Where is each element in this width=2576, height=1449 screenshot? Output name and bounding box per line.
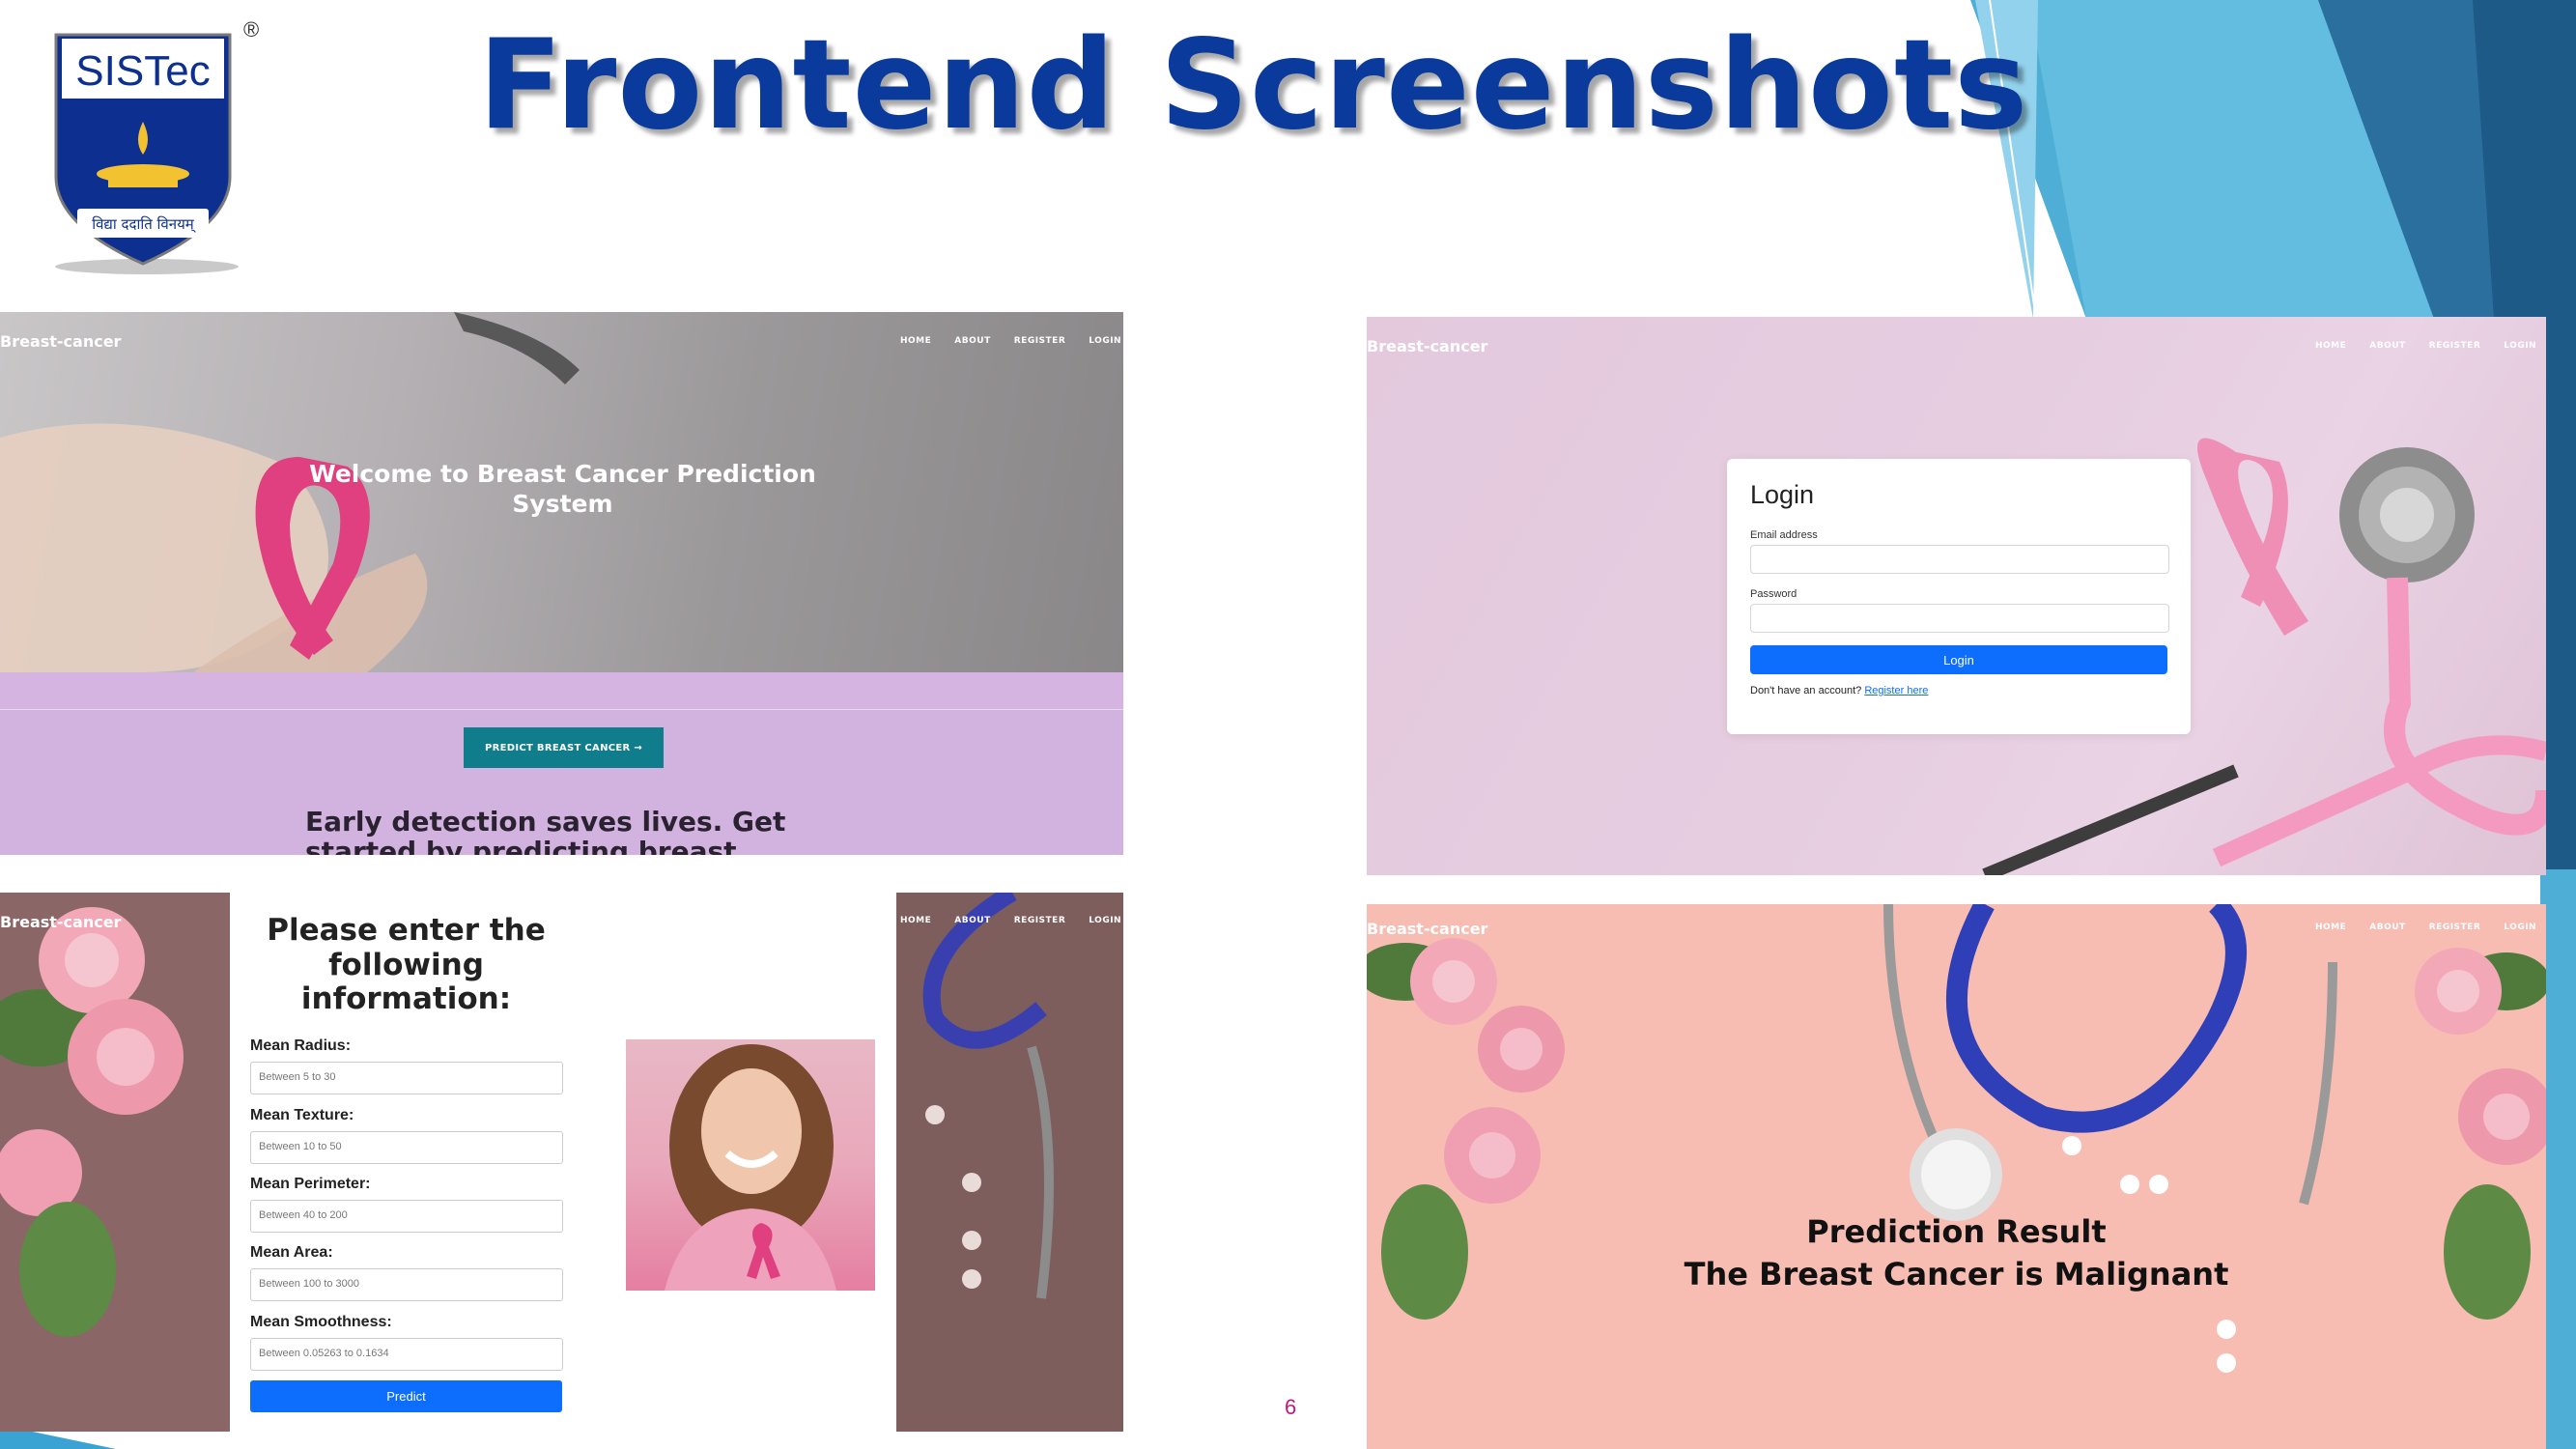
mean-texture-label: Mean Texture: xyxy=(250,1107,354,1123)
register-link[interactable]: Register here xyxy=(1864,685,1928,696)
password-label: Password xyxy=(1750,588,1798,600)
hero-title: Welcome to Breast Cancer Prediction Syst… xyxy=(309,460,816,519)
result-heading: Prediction Result xyxy=(1806,1213,2107,1250)
brand-logo[interactable]: Breast-cancer xyxy=(0,913,121,931)
prediction-form-screenshot: Breast-cancer Please enter the following… xyxy=(0,893,1123,1432)
mean-smoothness-placeholder: Between 0.05263 to 0.1634 xyxy=(259,1348,389,1359)
nav-register[interactable]: REGISTER xyxy=(2429,923,2481,932)
mean-radius-label: Mean Radius: xyxy=(250,1037,352,1054)
nav-about[interactable]: ABOUT xyxy=(2369,923,2405,932)
woman-portrait-image xyxy=(626,1039,875,1291)
roses-stethoscope-photo xyxy=(1367,904,2546,1373)
mean-texture-input[interactable]: Between 10 to 50 xyxy=(250,1131,563,1164)
stethoscope-photo-right xyxy=(922,893,1054,1299)
logo-motto: विद्या ददाति विनयम् xyxy=(92,215,196,233)
email-field[interactable] xyxy=(1750,545,2169,574)
navbar: HOME ABOUT REGISTER LOGIN xyxy=(900,916,1121,925)
brand-logo[interactable]: Breast-cancer xyxy=(1367,920,1487,938)
login-screenshot: Breast-cancer HOME ABOUT REGISTER LOGIN … xyxy=(1367,317,2546,875)
password-field[interactable] xyxy=(1750,604,2169,633)
mean-perimeter-label: Mean Perimeter: xyxy=(250,1176,371,1192)
register-prompt-text: Don't have an account? xyxy=(1750,685,1862,696)
divider-band xyxy=(0,672,1123,710)
nav-home[interactable]: HOME xyxy=(900,916,931,925)
home-screenshot: Breast-cancer HOME ABOUT REGISTER LOGIN … xyxy=(0,312,1123,855)
stethoscope-background-right: HOME ABOUT REGISTER LOGIN xyxy=(896,893,1123,1432)
mean-area-label: Mean Area: xyxy=(250,1244,333,1261)
login-button[interactable]: Login xyxy=(1750,645,2167,674)
nav-login[interactable]: LOGIN xyxy=(1089,336,1121,346)
nav-register[interactable]: REGISTER xyxy=(1014,916,1066,925)
register-prompt: Don't have an account? Register here xyxy=(1750,685,1928,696)
predict-breast-cancer-button[interactable]: PREDICT BREAST CANCER → xyxy=(464,727,664,768)
roses-background-left: Breast-cancer xyxy=(0,893,230,1432)
navbar: HOME ABOUT REGISTER LOGIN xyxy=(2315,341,2536,351)
mean-texture-placeholder: Between 10 to 50 xyxy=(259,1141,342,1152)
page-number: 6 xyxy=(1285,1395,1297,1419)
email-label: Email address xyxy=(1750,529,1818,541)
tagline: Early detection saves lives. Get started… xyxy=(305,806,786,855)
mean-area-input[interactable]: Between 100 to 3000 xyxy=(250,1268,563,1301)
nav-home[interactable]: HOME xyxy=(2315,923,2346,932)
nav-about[interactable]: ABOUT xyxy=(954,336,990,346)
nav-home[interactable]: HOME xyxy=(900,336,931,346)
login-card: Login Email address Password Login Don't… xyxy=(1727,459,2191,734)
logo-wordmark: SISTec xyxy=(75,47,210,95)
hero-banner: Breast-cancer HOME ABOUT REGISTER LOGIN … xyxy=(0,312,1123,672)
login-heading: Login xyxy=(1750,480,1815,509)
sistec-logo: SISTec विद्या ददाति विनयम् ® xyxy=(54,17,259,274)
slide-title: Frontend Screenshots xyxy=(478,14,2029,157)
brand-logo[interactable]: Breast-cancer xyxy=(1367,337,1487,355)
mean-perimeter-placeholder: Between 40 to 200 xyxy=(259,1209,348,1221)
navbar: HOME ABOUT REGISTER LOGIN xyxy=(900,336,1121,346)
mean-smoothness-input[interactable]: Between 0.05263 to 0.1634 xyxy=(250,1338,563,1371)
nav-about[interactable]: ABOUT xyxy=(954,916,990,925)
registered-mark: ® xyxy=(243,17,259,42)
brand-logo[interactable]: Breast-cancer xyxy=(0,332,121,351)
roses-photo-left xyxy=(0,907,184,1337)
nav-login[interactable]: LOGIN xyxy=(2504,923,2536,932)
nav-register[interactable]: REGISTER xyxy=(2429,341,2481,351)
mean-area-placeholder: Between 100 to 3000 xyxy=(259,1278,359,1290)
nav-about[interactable]: ABOUT xyxy=(2369,341,2405,351)
result-screenshot: Breast-cancer HOME ABOUT REGISTER LOGIN … xyxy=(1367,904,2546,1449)
predict-button[interactable]: Predict xyxy=(250,1380,562,1412)
mean-perimeter-input[interactable]: Between 40 to 200 xyxy=(250,1200,563,1233)
nav-login[interactable]: LOGIN xyxy=(1089,916,1121,925)
navbar: HOME ABOUT REGISTER LOGIN xyxy=(2315,923,2536,932)
mean-smoothness-label: Mean Smoothness: xyxy=(250,1314,392,1330)
nav-home[interactable]: HOME xyxy=(2315,341,2346,351)
mean-radius-placeholder: Between 5 to 30 xyxy=(259,1071,336,1083)
result-text: The Breast Cancer is Malignant xyxy=(1684,1256,2229,1293)
nav-register[interactable]: REGISTER xyxy=(1014,336,1066,346)
mean-radius-input[interactable]: Between 5 to 30 xyxy=(250,1062,563,1094)
form-title: Please enter the following information: xyxy=(267,913,546,1017)
nav-login[interactable]: LOGIN xyxy=(2504,341,2536,351)
